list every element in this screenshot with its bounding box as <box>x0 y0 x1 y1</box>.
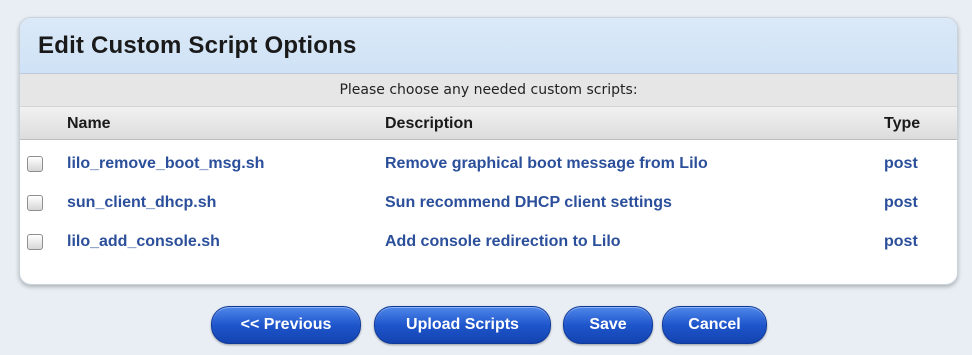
table-row: sun_client_dhcp.sh Sun recommend DHCP cl… <box>20 183 957 222</box>
cancel-button[interactable]: Cancel <box>662 306 767 344</box>
script-checkbox[interactable] <box>27 195 43 211</box>
save-button[interactable]: Save <box>563 306 653 344</box>
upload-scripts-button[interactable]: Upload Scripts <box>374 306 551 344</box>
script-name: lilo_remove_boot_msg.sh <box>67 155 265 172</box>
table-row: lilo_add_console.sh Add console redirect… <box>20 222 957 261</box>
table-header: Name Description Type <box>20 107 957 140</box>
column-header-description: Description <box>385 115 474 132</box>
page-title: Edit Custom Script Options <box>38 31 357 59</box>
script-type: post <box>884 194 918 211</box>
instructions-text: Please choose any needed custom scripts: <box>20 74 957 107</box>
script-type: post <box>884 155 918 172</box>
script-description: Sun recommend DHCP client settings <box>385 194 672 211</box>
script-type: post <box>884 233 918 250</box>
column-header-name: Name <box>67 115 111 132</box>
script-name: sun_client_dhcp.sh <box>67 194 217 211</box>
edit-custom-script-panel: Edit Custom Script Options Please choose… <box>19 17 958 285</box>
panel-header: Edit Custom Script Options <box>20 18 957 74</box>
script-name: lilo_add_console.sh <box>67 233 220 250</box>
button-bar: << Previous Upload Scripts Save Cancel <box>0 306 972 346</box>
script-checkbox[interactable] <box>27 156 43 172</box>
script-description: Remove graphical boot message from Lilo <box>385 155 708 172</box>
script-checkbox[interactable] <box>27 234 43 250</box>
table-row: lilo_remove_boot_msg.sh Remove graphical… <box>20 144 957 183</box>
previous-button[interactable]: << Previous <box>211 306 361 344</box>
column-header-type: Type <box>884 115 921 132</box>
script-description: Add console redirection to Lilo <box>385 233 621 250</box>
